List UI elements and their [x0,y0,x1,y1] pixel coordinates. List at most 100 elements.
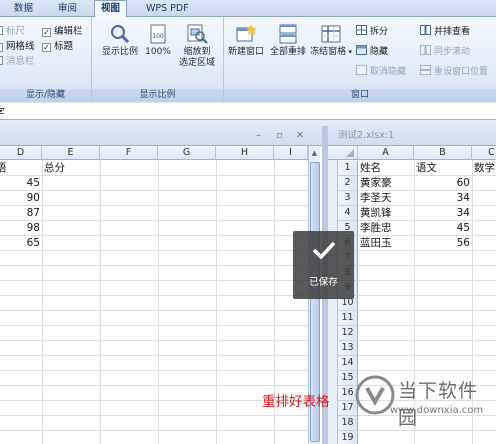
cell-d3[interactable]: 90 [0,191,42,206]
reset-position-icon [420,65,431,75]
zoom-100-label: 100% [145,47,171,57]
message-bar-checkbox[interactable]: 消息栏 [0,56,35,69]
new-window-label: 新建窗口 [227,47,264,57]
grid-line [0,250,308,251]
gridlines-checkbox[interactable]: ✓网格线 [0,41,35,54]
cell-a5[interactable]: 李胜忠 [358,221,414,236]
cell-c1[interactable]: 数学 [472,161,496,176]
cell-a1[interactable]: 姓名 [358,161,414,176]
unhide-window-icon [356,65,367,75]
column-header-f[interactable]: F [100,146,158,160]
row-header[interactable]: 19 [338,431,358,444]
split-icon [356,25,367,35]
ruler-checkbox[interactable]: 标尺 [0,26,25,39]
grid-line [0,265,308,266]
cell-e1[interactable]: 总分 [42,161,100,176]
group-label-show-hide: 显示/隐藏 [0,89,91,102]
magnifier-icon [111,25,130,44]
tab-data[interactable]: 数据 [8,1,39,17]
cell-b4[interactable]: 34 [414,206,472,221]
formula-bar-text: 字 [0,104,5,120]
cell-a4[interactable]: 黄凯锋 [358,206,414,221]
cell-b6[interactable]: 56 [414,236,472,251]
cell-b3[interactable]: 34 [414,191,472,206]
split-button[interactable]: 拆分 [356,25,388,39]
watermark-title: 当下软件园 [398,380,479,429]
new-window-button[interactable]: 新建窗口 [226,23,266,58]
group-label-zoom: 显示比例 [92,89,223,102]
tab-review[interactable]: 审阅 [52,1,83,17]
grid-line [0,430,308,431]
restore-icon[interactable]: ▫ [276,126,282,146]
hide-button[interactable]: 隐藏 [356,45,388,59]
column-header-i[interactable]: I [274,146,308,160]
ruler-label: 标尺 [6,26,26,37]
column-header-g[interactable]: G [158,146,216,160]
column-header-h[interactable]: H [216,146,274,160]
cell-b5[interactable]: 45 [414,221,472,236]
page-100-icon: 100 [150,24,166,44]
row-header[interactable]: 2 [338,176,358,191]
cell-d6[interactable]: 65 [0,236,42,251]
caption-text: 重排好表格 [262,394,330,410]
row-header[interactable]: 14 [338,356,358,371]
grid-line [358,340,496,341]
row-header[interactable]: 1 [338,161,358,176]
cell-a2[interactable]: 黄家豪 [358,176,414,191]
cell-b2[interactable]: 60 [414,176,472,191]
arrange-all-button[interactable]: 全部重排 [268,23,308,58]
reset-position-label: 重设窗口位置 [434,67,489,77]
side-by-side-button[interactable]: 并排查看 [420,25,470,39]
grid-line [0,190,308,191]
unhide-button[interactable]: 取消隐藏 [356,65,406,79]
grid-line [0,385,308,386]
saved-toast-label: 已保存 [309,277,338,288]
formula-bar-label: 编辑栏 [54,26,83,37]
grid-line [0,370,308,371]
headings-checkbox[interactable]: ✓ 标题 [42,41,73,54]
close-icon[interactable]: ✕ [296,126,304,146]
sync-scroll-button[interactable]: 同步滚动 [420,45,470,59]
zoom-to-selection-button[interactable]: 缩放到 选定区域 [174,23,220,69]
cell-d4[interactable]: 87 [0,206,42,221]
sync-scroll-label: 同步滚动 [434,47,471,57]
column-header-a[interactable]: A [358,146,414,160]
scroll-up-arrow-icon[interactable]: ▲ [309,148,320,159]
zoom-button[interactable]: 显示比例 [100,23,140,58]
row-header[interactable]: 4 [338,206,358,221]
saved-toast: 已保存 [293,231,354,299]
column-header-d[interactable]: D [0,146,42,160]
row-header[interactable]: 11 [338,311,358,326]
row-header[interactable]: 13 [338,341,358,356]
gridlines-label: 网格线 [6,41,35,52]
freeze-panes-button[interactable]: 冻结窗格 ▾ [310,23,352,58]
tab-view[interactable]: 视图 [94,0,128,18]
cell-d1[interactable]: 语 [0,161,42,176]
cell-a6[interactable]: 蓝田玉 [358,236,414,251]
cell-b1[interactable]: 语文 [414,161,472,176]
cell-d2[interactable]: 45 [0,176,42,191]
zoom-selection-icon [187,24,208,44]
cell-a3[interactable]: 李圣天 [358,191,414,206]
select-all-corner[interactable] [328,146,358,160]
zoom-100-button[interactable]: 100 100% [144,23,172,58]
side-by-side-label: 并排查看 [434,27,471,37]
formula-bar-checkbox[interactable]: ✓ 编辑栏 [42,26,83,39]
formula-bar[interactable]: 字 [0,103,496,120]
zoom-selection-label-1: 缩放到 [183,47,211,57]
row-header[interactable]: 12 [338,326,358,341]
grid-line [358,310,496,311]
cell-d5[interactable]: 98 [0,221,42,236]
checkmark-icon [312,241,336,259]
minimize-icon[interactable]: – [256,126,261,146]
tab-wps-pdf[interactable]: WPS PDF [140,1,195,17]
column-header-b[interactable]: B [414,146,472,160]
dropdown-arrow-icon: ▾ [346,48,352,56]
column-header-c[interactable]: C [472,146,496,160]
column-header-e[interactable]: E [42,146,100,160]
grid-line [358,295,496,296]
group-label-window: 窗口 [224,89,496,102]
grid-line [0,205,308,206]
row-header[interactable]: 3 [338,191,358,206]
reset-position-button[interactable]: 重设窗口位置 [420,65,488,79]
